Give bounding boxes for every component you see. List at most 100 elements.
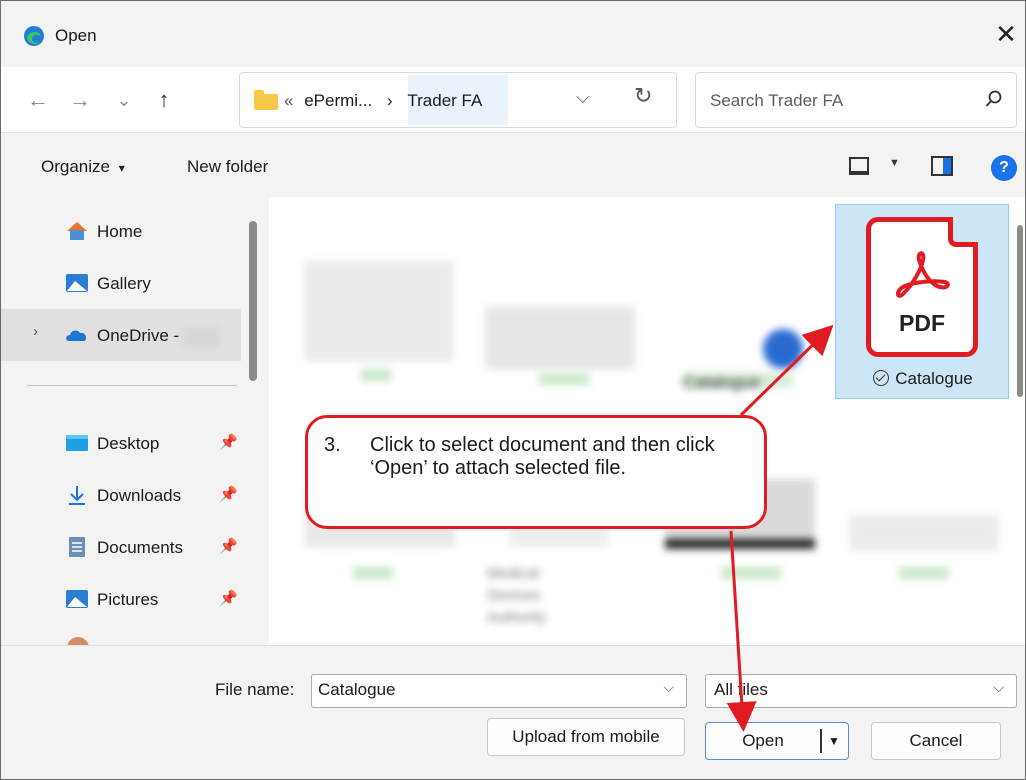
- sidebar-item-pictures[interactable]: Pictures 📌: [1, 575, 241, 623]
- organize-caret-icon: ▾: [118, 161, 125, 175]
- gallery-icon: [66, 274, 88, 292]
- preview-pane-icon[interactable]: [931, 156, 953, 176]
- expand-chevron-icon[interactable]: ›: [33, 323, 38, 340]
- breadcrumb-item-trader-fa[interactable]: Trader FA: [407, 91, 482, 110]
- open-file-dialog: Open ✕ ← → ⌄ ↑ « ePermi... › Trader FA ⌵…: [0, 0, 1026, 780]
- breadcrumb-separator: ›: [386, 91, 393, 110]
- sidebar-item-label: OneDrive -: [97, 326, 220, 347]
- search-placeholder: Search Trader FA: [710, 91, 844, 110]
- desktop-icon: [66, 435, 88, 451]
- file-thumbnail[interactable]: [305, 261, 453, 361]
- sidebar-item-home[interactable]: Home: [1, 207, 241, 255]
- pin-icon: 📌: [219, 434, 238, 451]
- open-button-label: Open: [742, 731, 784, 750]
- help-icon[interactable]: ?: [991, 155, 1017, 181]
- file-sync-status-icon: [539, 373, 589, 385]
- file-thumbnail[interactable]: [763, 329, 803, 369]
- sidebar-item-documents[interactable]: Documents 📌: [1, 523, 241, 571]
- onedrive-cloud-icon: [66, 330, 87, 341]
- pin-icon: 📌: [219, 538, 238, 555]
- file-selection-panel: File name: Catalogue ⌵ All files ⌵ Uploa…: [1, 645, 1025, 779]
- sidebar-divider: [27, 385, 237, 386]
- file-name-field-label: File name:: [215, 680, 295, 699]
- organize-button[interactable]: Organize ▾: [41, 157, 125, 177]
- onedrive-label: OneDrive -: [97, 326, 180, 345]
- file-list-scrollbar[interactable]: [1017, 225, 1023, 397]
- file-item-catalogue-selected[interactable]: PDF Catalogue: [835, 204, 1009, 399]
- sidebar-item-label: Desktop: [97, 434, 160, 453]
- path-overflow-icon[interactable]: «: [284, 91, 293, 110]
- documents-icon: [69, 537, 85, 557]
- callout-text: Click to select document and then click …: [370, 434, 715, 479]
- upload-from-mobile-button[interactable]: Upload from mobile: [487, 718, 685, 756]
- file-name-value: Catalogue: [318, 680, 396, 699]
- file-type-value: All files: [714, 680, 768, 699]
- up-arrow-icon[interactable]: ↑: [149, 83, 179, 117]
- new-folder-button[interactable]: New folder: [187, 157, 268, 177]
- pin-icon: 📌: [219, 590, 238, 607]
- file-name-label: Catalogue: [836, 369, 1010, 389]
- forward-arrow-icon[interactable]: →: [65, 83, 95, 117]
- back-arrow-icon[interactable]: ←: [23, 83, 53, 117]
- home-icon: [67, 222, 87, 240]
- search-box[interactable]: Search Trader FA: [695, 72, 1017, 128]
- sidebar-item-gallery[interactable]: Gallery: [1, 259, 241, 307]
- file-name-line: Devices: [487, 587, 541, 604]
- file-thumbnail[interactable]: [485, 307, 635, 369]
- chevron-down-icon[interactable]: ⌵: [663, 679, 674, 696]
- file-sync-status-icon: [353, 567, 393, 579]
- split-divider: [820, 729, 822, 753]
- selected-file-name: Catalogue: [895, 369, 973, 388]
- file-name-blurred: Medical Devices Authority: [487, 563, 597, 633]
- address-dropdown-chevron-icon[interactable]: ⌵: [576, 87, 590, 108]
- breadcrumb-item-epermits[interactable]: ePermi...: [304, 91, 372, 110]
- refresh-icon[interactable]: ↻: [634, 83, 652, 109]
- edge-browser-icon: [24, 26, 44, 46]
- sidebar-item-onedrive[interactable]: › OneDrive -: [1, 309, 241, 361]
- window-title: Open: [55, 26, 97, 45]
- breadcrumb: « ePermi... › Trader FA: [284, 91, 482, 111]
- address-bar[interactable]: « ePermi... › Trader FA ⌵ ↻: [239, 72, 677, 128]
- folder-icon: [254, 90, 278, 110]
- sidebar-item-label: Downloads: [97, 486, 182, 505]
- file-sync-status-icon: [361, 369, 391, 381]
- callout-step-number: 3.: [324, 434, 341, 456]
- close-icon[interactable]: ✕: [991, 19, 1021, 49]
- downloads-arrow-icon: [69, 486, 85, 505]
- instruction-callout: 3. Click to select document and then cli…: [305, 415, 767, 529]
- title-bar: Open ✕: [1, 1, 1025, 67]
- navigation-bar: ← → ⌄ ↑ « ePermi... › Trader FA ⌵ ↻ Sear…: [1, 67, 1025, 133]
- view-mode-caret-icon[interactable]: ▼: [889, 157, 900, 169]
- sidebar-item-label: Pictures: [97, 590, 159, 609]
- navigation-pane: Home Gallery › OneDrive - Desktop 📌 Down…: [1, 197, 269, 649]
- open-button[interactable]: Open ▼: [705, 722, 849, 760]
- pdf-badge: PDF: [899, 310, 945, 336]
- open-options-caret-icon[interactable]: ▼: [828, 723, 840, 759]
- command-bar: Organize ▾ New folder ▼ ?: [1, 133, 1025, 197]
- file-label-blurred: Catalogue: [683, 373, 793, 392]
- sidebar-item-label: Home: [97, 222, 143, 241]
- search-icon: [985, 90, 1002, 107]
- sidebar-item-downloads[interactable]: Downloads 📌: [1, 471, 241, 519]
- sidebar-scrollbar[interactable]: [249, 221, 257, 381]
- sidebar-item-label: Gallery: [97, 274, 151, 293]
- file-sync-status-icon: [721, 567, 781, 579]
- file-name-input[interactable]: Catalogue ⌵: [311, 674, 687, 708]
- cancel-button[interactable]: Cancel: [871, 722, 1001, 760]
- file-thumbnail[interactable]: [849, 515, 999, 551]
- file-type-select[interactable]: All files ⌵: [705, 674, 1017, 708]
- pdf-page-fold: [948, 217, 978, 247]
- view-mode-icon[interactable]: [849, 157, 869, 175]
- sidebar-item-desktop[interactable]: Desktop 📌: [1, 419, 241, 467]
- pictures-icon: [66, 590, 88, 608]
- organize-label: Organize: [41, 157, 110, 176]
- acrobat-logo-icon: [896, 251, 950, 298]
- sidebar-item-label: Documents: [97, 538, 183, 557]
- file-name-line: Authority: [487, 609, 547, 626]
- pdf-file-icon: PDF: [866, 217, 978, 357]
- pin-icon: 📌: [219, 486, 238, 503]
- file-name-line: Medical: [487, 565, 539, 582]
- redacted-account-name: [183, 326, 220, 347]
- recent-locations-chevron-icon[interactable]: ⌄: [109, 83, 139, 117]
- chevron-down-icon[interactable]: ⌵: [993, 679, 1004, 696]
